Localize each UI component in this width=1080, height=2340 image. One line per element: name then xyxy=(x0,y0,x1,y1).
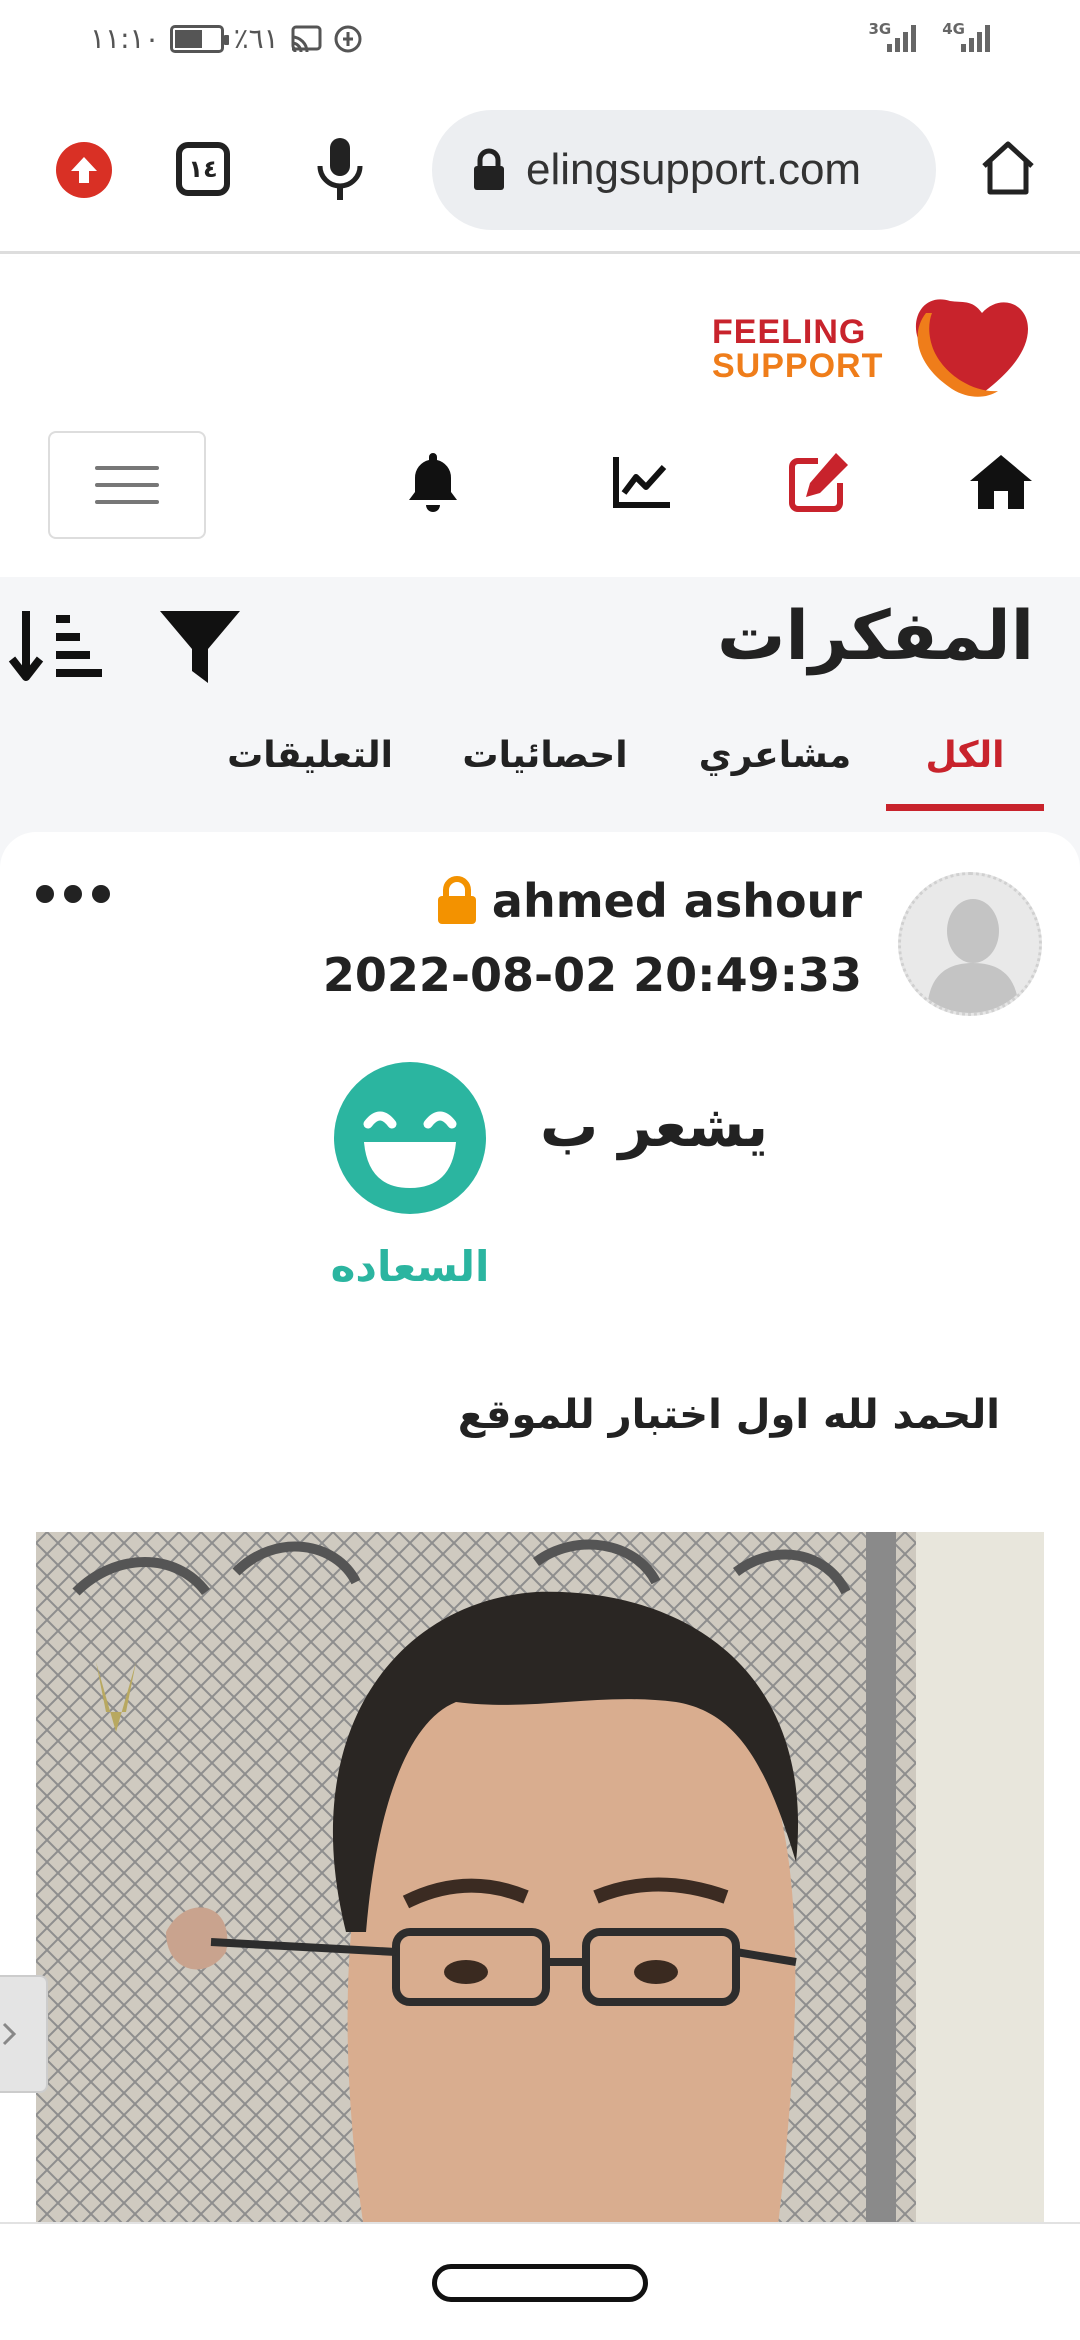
data-saver-icon xyxy=(334,25,362,52)
dot xyxy=(36,885,54,903)
user-placeholder-icon xyxy=(901,875,1039,1013)
update-button[interactable] xyxy=(56,142,112,198)
side-drawer-handle[interactable] xyxy=(0,1975,48,2093)
tab-switcher-button[interactable]: ١٤ xyxy=(176,142,230,196)
tab-label: التعليقات xyxy=(227,734,393,776)
private-lock-icon xyxy=(437,876,476,924)
happy-face-icon xyxy=(334,1062,486,1214)
signal-bars-icon xyxy=(887,22,917,52)
logo-line2: SUPPORT xyxy=(712,347,884,385)
tab-all[interactable]: الكل xyxy=(886,707,1044,811)
home-icon[interactable] xyxy=(978,138,1038,198)
edit-icon[interactable] xyxy=(784,447,854,517)
filter-icon[interactable] xyxy=(158,607,242,687)
tab-bar: الكل مشاعري احصائيات التعليقات xyxy=(0,707,1080,811)
tab-label: احصائيات xyxy=(462,734,628,776)
menu-icon-bar xyxy=(95,500,159,504)
post-card: ahmed ashour 2022-08-02 20:49:33 يشعر ب … xyxy=(0,832,1080,2242)
tab-label: الكل xyxy=(925,734,1005,776)
status-bar: ١١:١٠ ٪٦١ 3G 4G xyxy=(0,0,1080,84)
heart-logo-icon xyxy=(915,299,1028,397)
mic-icon[interactable] xyxy=(310,136,370,202)
signal-3g: 3G xyxy=(869,22,917,52)
chart-icon[interactable] xyxy=(608,447,678,517)
page-title: المفكرات xyxy=(717,597,1034,676)
post-author[interactable]: ahmed ashour xyxy=(436,874,862,928)
signal-4g: 4G xyxy=(942,22,990,52)
tab-my-feelings[interactable]: مشاعري xyxy=(690,707,860,803)
home-icon[interactable] xyxy=(966,447,1036,517)
status-left: ١١:١٠ ٪٦١ xyxy=(90,22,363,55)
menu-icon-bar xyxy=(95,466,159,470)
clock: ١١:١٠ xyxy=(90,22,160,55)
feels-label: يشعر ب xyxy=(540,1092,769,1160)
bell-icon[interactable] xyxy=(398,447,468,517)
site-header: FEELING SUPPORT xyxy=(0,257,1080,577)
logo-line1: FEELING xyxy=(712,313,867,351)
chevron-right-icon xyxy=(2,2022,16,2046)
battery-percent: ٪٦١ xyxy=(233,22,279,55)
emotion-name: السعاده xyxy=(330,1242,490,1291)
photo-illustration xyxy=(36,1532,1044,2242)
url-bar[interactable]: elingsupport.com xyxy=(432,110,936,230)
sort-icon[interactable] xyxy=(8,607,104,687)
battery-fill xyxy=(174,29,202,48)
post-timestamp: 2022-08-02 20:49:33 xyxy=(322,948,862,1002)
dot xyxy=(92,885,110,903)
tab-comments[interactable]: التعليقات xyxy=(220,707,400,803)
tab-label: مشاعري xyxy=(698,734,852,776)
more-options-button[interactable] xyxy=(36,882,110,906)
tab-statistics[interactable]: احصائيات xyxy=(460,707,630,803)
browser-toolbar: ١٤ elingsupport.com xyxy=(0,84,1080,254)
gesture-handle[interactable] xyxy=(432,2264,648,2302)
post-text: الحمد لله اول اختبار للموقع xyxy=(457,1392,1000,1438)
system-nav-bar xyxy=(0,2222,1080,2340)
username-text: ahmed ashour xyxy=(491,874,862,928)
battery-icon xyxy=(169,24,229,53)
signal-bars-icon xyxy=(961,22,990,52)
arrow-up-icon xyxy=(71,157,97,183)
tab-count: ١٤ xyxy=(188,155,218,183)
page-body: المفكرات الكل مشاعري احصائيات التعليقات xyxy=(0,577,1080,2242)
post-photo[interactable] xyxy=(36,1532,1044,2242)
url-text: elingsupport.com xyxy=(526,145,862,194)
menu-icon-bar xyxy=(95,483,159,487)
site-logo[interactable]: FEELING SUPPORT xyxy=(712,293,1032,403)
lock-icon xyxy=(474,148,504,190)
cast-icon xyxy=(291,25,322,52)
status-right: 3G 4G xyxy=(869,22,990,52)
dot xyxy=(64,885,82,903)
avatar[interactable] xyxy=(898,872,1042,1016)
menu-toggle-button[interactable] xyxy=(48,431,206,539)
logo-text: FEELING SUPPORT xyxy=(712,315,883,383)
